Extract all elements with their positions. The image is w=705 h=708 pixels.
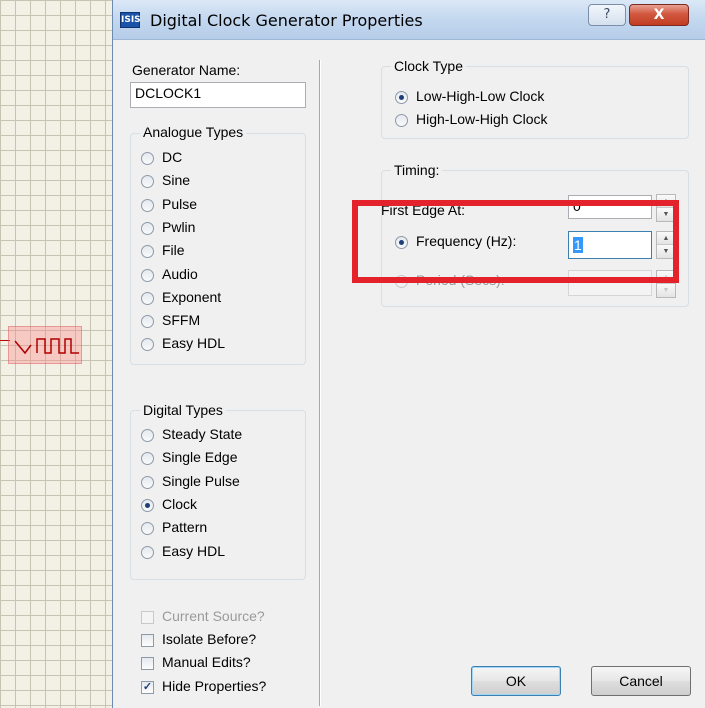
clock-waveform-icon: [14, 338, 79, 355]
close-button[interactable]: X: [629, 4, 689, 26]
radio-icon[interactable]: [395, 114, 408, 127]
clock-type-label: Low-High-Low Clock: [416, 88, 545, 104]
radio-icon[interactable]: [141, 221, 154, 235]
radio-option-label: Exponent: [162, 288, 222, 305]
column-divider: [319, 60, 321, 706]
analogue-types-group: [130, 133, 306, 365]
radio-option-label: Steady State: [162, 426, 243, 442]
generator-name-input[interactable]: DCLOCK1: [130, 82, 306, 108]
radio-icon[interactable]: [141, 152, 154, 165]
radio-option-label: Easy HDL: [162, 335, 226, 352]
radio-selected-icon[interactable]: [395, 91, 408, 104]
radio-icon[interactable]: [141, 268, 154, 282]
radio-icon[interactable]: [141, 198, 154, 212]
radio-option-label: Single Edge: [162, 449, 238, 466]
clock-type-label: High-Low-High Clock: [416, 111, 548, 127]
properties-dialog: ISIS Digital Clock Generator Properties …: [112, 0, 705, 708]
isis-app-icon: ISIS: [120, 12, 141, 28]
checkbox-box: [141, 611, 154, 624]
clock-type-title: Clock Type: [391, 58, 466, 74]
radio-option-label: Pattern: [162, 519, 208, 536]
spin-down-icon[interactable]: ▼: [657, 284, 675, 297]
analogue-types-title: Analogue Types: [140, 124, 247, 140]
manual-edits-label: Manual Edits?: [162, 654, 251, 670]
checkmark-icon[interactable]: ✓: [141, 681, 154, 694]
radio-selected-icon[interactable]: [141, 498, 154, 512]
isolate-before-label: Isolate Before?: [162, 631, 257, 647]
radio-icon[interactable]: [141, 545, 154, 559]
radio-option-label: Pulse: [162, 195, 198, 212]
checkbox-box[interactable]: [141, 634, 154, 647]
radio-icon[interactable]: [141, 315, 154, 329]
current-source-label: Current Source?: [162, 608, 265, 624]
radio-option-label: Easy HDL: [162, 542, 226, 559]
radio-option-label: Audio: [162, 265, 198, 282]
timing-title: Timing:: [391, 162, 443, 178]
hide-properties-label: Hide Properties?: [162, 678, 267, 694]
digital-types-title: Digital Types: [140, 402, 226, 418]
radio-option-label: File: [162, 242, 185, 259]
help-button[interactable]: ?: [588, 4, 626, 26]
title-bar[interactable]: ISIS Digital Clock Generator Properties …: [113, 0, 705, 40]
generator-name-label: Generator Name:: [132, 62, 241, 78]
cancel-button[interactable]: Cancel: [591, 666, 691, 696]
radio-option-label: DC: [162, 149, 183, 165]
radio-option-label: SFFM: [162, 312, 201, 329]
radio-icon[interactable]: [141, 429, 154, 442]
radio-option-label: Pwlin: [162, 218, 196, 235]
schematic-canvas[interactable]: [0, 0, 117, 708]
radio-option-label: Sine: [162, 172, 191, 189]
radio-icon[interactable]: [141, 475, 154, 489]
radio-icon[interactable]: [141, 291, 154, 305]
checkbox-box[interactable]: [141, 657, 154, 670]
clock-generator-symbol[interactable]: [8, 326, 82, 364]
ok-button[interactable]: OK: [471, 666, 561, 696]
radio-option-label: Clock: [162, 495, 198, 512]
highlight-annotation: [352, 200, 679, 283]
dialog-title: Digital Clock Generator Properties: [150, 11, 423, 30]
radio-option-label: Single Pulse: [162, 472, 240, 489]
